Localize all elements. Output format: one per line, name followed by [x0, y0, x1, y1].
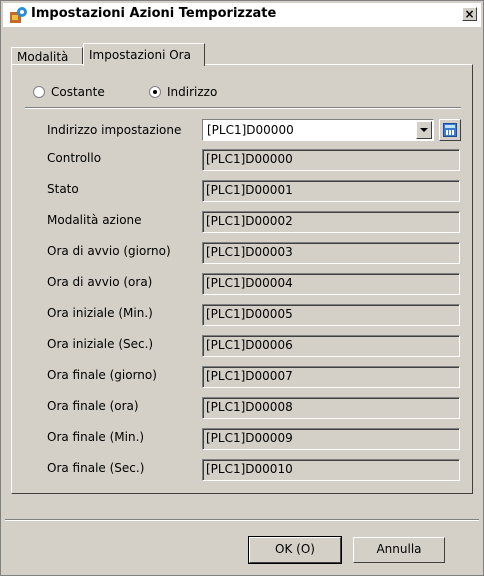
window-title: Impostazioni Azioni Temporizzate	[31, 6, 277, 21]
chevron-down-icon[interactable]	[416, 121, 432, 139]
field-ora-avvio-giorno[interactable]: [PLC1]D00003	[202, 242, 460, 264]
field-controllo[interactable]: [PLC1]D00000	[202, 149, 460, 171]
keypad-button[interactable]	[439, 119, 461, 141]
button-bar-divider	[5, 519, 479, 521]
field-value: [PLC1]D00010	[206, 462, 293, 476]
title-bar[interactable]: Impostazioni Azioni Temporizzate ×	[3, 3, 481, 27]
field-value: [PLC1]D00005	[206, 307, 293, 321]
field-label-ora-finale-giorno: Ora finale (giorno)	[47, 368, 157, 382]
field-label-controllo: Controllo	[47, 151, 102, 165]
field-ora-iniziale-min[interactable]: [PLC1]D00005	[202, 304, 460, 326]
address-setting-value: [PLC1]D00000	[207, 123, 294, 137]
radio-indirizzo-indicator[interactable]	[149, 86, 161, 98]
field-value: [PLC1]D00008	[206, 400, 293, 414]
dialog-window: Impostazioni Azioni Temporizzate × Modal…	[0, 0, 484, 576]
radio-costante-indicator[interactable]	[33, 86, 45, 98]
cancel-button[interactable]: Annulla	[353, 537, 445, 563]
field-value: [PLC1]D00001	[206, 183, 293, 197]
field-value: [PLC1]D00003	[206, 245, 293, 259]
field-label-ora-iniziale-sec: Ora iniziale (Sec.)	[47, 337, 154, 351]
close-button[interactable]: ×	[462, 7, 477, 21]
field-value: [PLC1]D00009	[206, 431, 293, 445]
field-label-ora-finale-sec: Ora finale (Sec.)	[47, 461, 145, 475]
radio-indirizzo-label: Indirizzo	[167, 85, 218, 99]
keypad-icon	[443, 123, 457, 137]
radio-costante[interactable]: Costante	[33, 85, 153, 101]
field-label-modalita-azione: Modalità azione	[47, 213, 142, 227]
field-stato[interactable]: [PLC1]D00001	[202, 180, 460, 202]
field-label-ora-finale-ora: Ora finale (ora)	[47, 399, 139, 413]
address-setting-combo[interactable]: [PLC1]D00000	[202, 119, 434, 141]
field-value: [PLC1]D00004	[206, 276, 293, 290]
field-value: [PLC1]D00006	[206, 338, 293, 352]
field-label-stato: Stato	[47, 182, 79, 196]
address-setting-label: Indirizzo impostazione	[47, 123, 182, 137]
field-label-ora-avvio-ora: Ora di avvio (ora)	[47, 275, 153, 289]
field-ora-iniziale-sec[interactable]: [PLC1]D00006	[202, 335, 460, 357]
field-ora-avvio-ora[interactable]: [PLC1]D00004	[202, 273, 460, 295]
field-modalita-azione[interactable]: [PLC1]D00002	[202, 211, 460, 233]
group-divider	[25, 107, 461, 109]
settings-timer-icon	[10, 7, 27, 23]
field-value: [PLC1]D00002	[206, 214, 293, 228]
tab-modalita[interactable]: Modalità	[11, 47, 83, 65]
field-value: [PLC1]D00000	[206, 152, 293, 166]
field-label-ora-iniziale-min: Ora iniziale (Min.)	[47, 306, 153, 320]
field-label-ora-finale-min: Ora finale (Min.)	[47, 430, 145, 444]
field-ora-finale-sec[interactable]: [PLC1]D00010	[202, 459, 460, 481]
field-label-ora-avvio-giorno: Ora di avvio (giorno)	[47, 244, 171, 258]
field-ora-finale-ora[interactable]: [PLC1]D00008	[202, 397, 460, 419]
radio-costante-label: Costante	[51, 85, 105, 99]
radio-indirizzo[interactable]: Indirizzo	[149, 85, 269, 101]
field-value: [PLC1]D00007	[206, 369, 293, 383]
tab-impostazioni-ora[interactable]: Impostazioni Ora	[83, 43, 205, 66]
field-ora-finale-giorno[interactable]: [PLC1]D00007	[202, 366, 460, 388]
ok-button[interactable]: OK (O)	[248, 536, 342, 564]
field-ora-finale-min[interactable]: [PLC1]D00009	[202, 428, 460, 450]
